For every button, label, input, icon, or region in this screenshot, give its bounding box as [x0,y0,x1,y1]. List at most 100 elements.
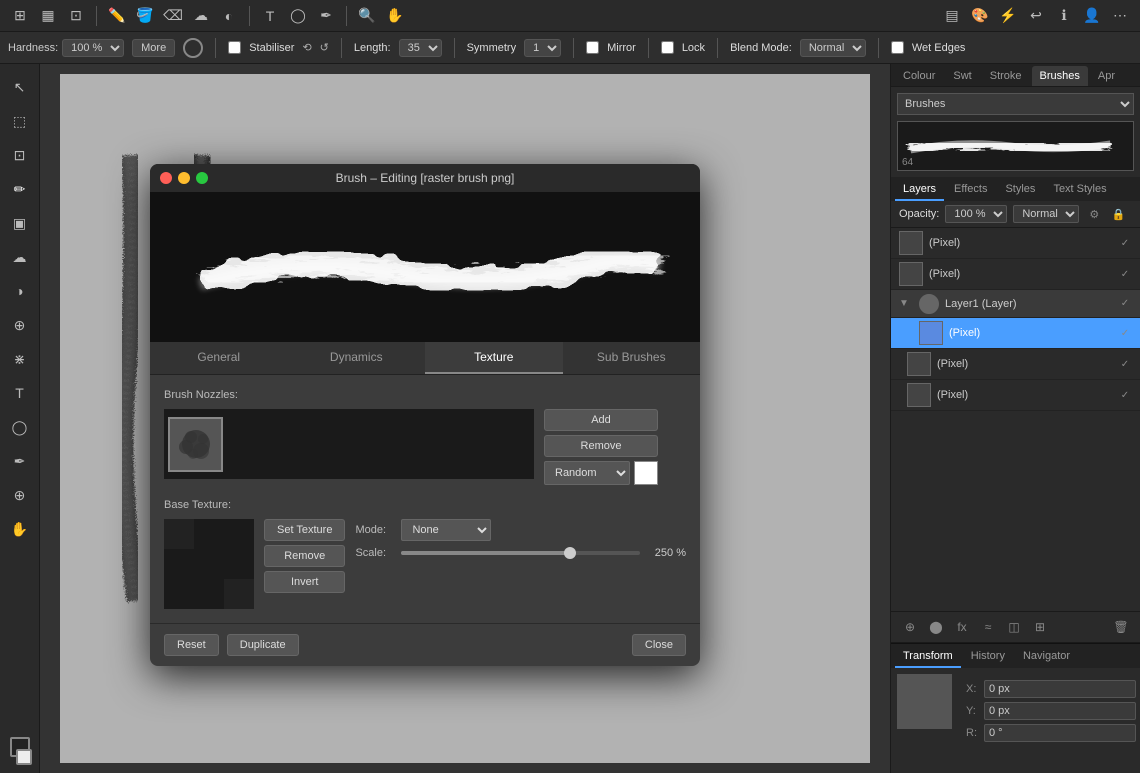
more-button[interactable]: More [132,39,175,57]
scale-slider-thumb[interactable] [564,547,576,559]
tool-move[interactable]: ↖ [5,72,35,102]
tool-crop[interactable]: ⊡ [5,140,35,170]
expand-icon[interactable]: ▼ [899,298,913,309]
add-button[interactable]: Add [544,409,658,431]
toolbar-icon-type[interactable]: T [258,4,282,28]
toolbar-icon-layers[interactable]: ▤ [940,4,964,28]
toolbar-icon-swatches[interactable]: 🎨 [968,4,992,28]
duplicate-layer-icon[interactable]: ⊞ [1029,616,1051,638]
toolbar-icon-select[interactable]: ▦ [36,4,60,28]
tool-text[interactable]: T [5,378,35,408]
group-icon[interactable]: ◫ [1003,616,1025,638]
layer-check-group[interactable]: ✓ [1118,297,1132,311]
toolbar-icon-fill[interactable]: 🪣 [133,4,157,28]
tab-swt[interactable]: Swt [945,66,979,86]
toolbar-icon-history[interactable]: ↩ [1024,4,1048,28]
layer-item-pixel-3[interactable]: (Pixel) ✓ [891,349,1140,380]
add-layer-icon[interactable]: ⊕ [899,616,921,638]
stabiliser-refresh[interactable]: ↺ [320,41,329,54]
tab-styles[interactable]: Styles [997,179,1043,201]
toolbar-icon-smudge[interactable]: ☁ [189,4,213,28]
layer-item-pixel-2[interactable]: (Pixel) ✓ [891,259,1140,290]
tool-lasso[interactable]: ⬚ [5,106,35,136]
mode-select[interactable]: None [401,519,491,541]
tab-stroke[interactable]: Stroke [982,66,1030,86]
invert-button[interactable]: Invert [264,571,345,593]
gear-icon[interactable]: ⚙ [1085,205,1103,223]
opacity-select[interactable]: 100 % [945,205,1007,223]
adjustment-icon[interactable]: ≈ [977,616,999,638]
background-color[interactable] [16,749,32,765]
toolbar-icon-more2[interactable]: ⋯ [1108,4,1132,28]
toolbar-icon-grid[interactable]: ⊞ [8,4,32,28]
nozzle-thumb[interactable] [168,417,223,472]
tool-clone[interactable]: ⊕ [5,310,35,340]
tab-apr[interactable]: Apr [1090,66,1123,86]
brushes-dropdown[interactable]: Brushes [897,93,1134,115]
toolbar-icon-hand[interactable]: ✋ [383,4,407,28]
tool-fill[interactable]: ▣ [5,208,35,238]
layer-item-pixel-selected[interactable]: (Pixel) ✓ [891,318,1140,349]
toolbar-icon-user[interactable]: 👤 [1080,4,1104,28]
tab-sub-brushes[interactable]: Sub Brushes [563,342,701,374]
minimize-traffic-light[interactable] [178,172,190,184]
symmetry-select[interactable]: 1 [524,39,561,57]
tab-texture[interactable]: Texture [425,342,563,374]
tool-smudge[interactable]: ☁ [5,242,35,272]
layer-check-3[interactable]: ✓ [1118,357,1132,371]
layer-item-group[interactable]: ▼ Layer1 (Layer) ✓ [891,290,1140,318]
toolbar-icon-crop[interactable]: ⊡ [64,4,88,28]
stabiliser-icon[interactable]: ⟲ [302,41,311,54]
toolbar-icon-pen[interactable]: ✒ [314,4,338,28]
tool-hand[interactable]: ✋ [5,514,35,544]
toolbar-icon-zoom[interactable]: 🔍 [355,4,379,28]
blend-mode-layers-select[interactable]: Normal [1013,205,1079,223]
tab-dynamics[interactable]: Dynamics [288,342,426,374]
tab-navigator[interactable]: Navigator [1015,646,1078,668]
brush-preview-circle[interactable] [183,38,203,58]
tab-text-styles[interactable]: Text Styles [1045,179,1114,201]
wet-edges-checkbox[interactable] [891,41,904,54]
duplicate-button[interactable]: Duplicate [227,634,299,656]
mirror-checkbox[interactable] [586,41,599,54]
delete-layer-icon[interactable]: 🗑 [1110,616,1132,638]
nozzle-color-swatch[interactable] [634,461,658,485]
layer-item-pixel-4[interactable]: (Pixel) ✓ [891,380,1140,411]
y-input[interactable] [984,702,1136,720]
scale-slider[interactable] [401,551,640,555]
layer-check-2[interactable]: ✓ [1118,267,1132,281]
x-input[interactable] [984,680,1136,698]
remove-texture-button[interactable]: Remove [264,545,345,567]
close-traffic-light[interactable] [160,172,172,184]
stabiliser-checkbox[interactable] [228,41,241,54]
tool-shape[interactable]: ◯ [5,412,35,442]
tab-general[interactable]: General [150,342,288,374]
tab-colour[interactable]: Colour [895,66,943,86]
toolbar-icon-brush[interactable]: ✏️ [105,4,129,28]
toolbar-icon-shape[interactable]: ◯ [286,4,310,28]
toolbar-icon-dodge[interactable]: ◐ [217,4,241,28]
tab-layers[interactable]: Layers [895,179,944,201]
tool-brush[interactable]: ✏ [5,174,35,204]
r-input[interactable] [984,724,1136,742]
maximize-traffic-light[interactable] [196,172,208,184]
lock-checkbox[interactable] [661,41,674,54]
mask-icon[interactable]: ⬤ [925,616,947,638]
remove-button[interactable]: Remove [544,435,658,457]
reset-button[interactable]: Reset [164,634,219,656]
length-select[interactable]: 35 [399,39,442,57]
tool-pen[interactable]: ✒ [5,446,35,476]
set-texture-button[interactable]: Set Texture [264,519,345,541]
layer-check-selected[interactable]: ✓ [1118,326,1132,340]
tool-zoom[interactable]: ⊕ [5,480,35,510]
tool-retouch[interactable]: ⋇ [5,344,35,374]
layer-item-pixel-1[interactable]: (Pixel) ✓ [891,228,1140,259]
hardness-select[interactable]: 100 % [62,39,124,57]
toolbar-icon-adjustments[interactable]: ⚡ [996,4,1020,28]
lock-icon[interactable]: 🔒 [1109,205,1127,223]
fx-icon[interactable]: fx [951,616,973,638]
tab-brushes[interactable]: Brushes [1032,66,1088,86]
blend-mode-select[interactable]: Normal [800,39,866,57]
tab-history[interactable]: History [963,646,1013,668]
tab-effects[interactable]: Effects [946,179,995,201]
